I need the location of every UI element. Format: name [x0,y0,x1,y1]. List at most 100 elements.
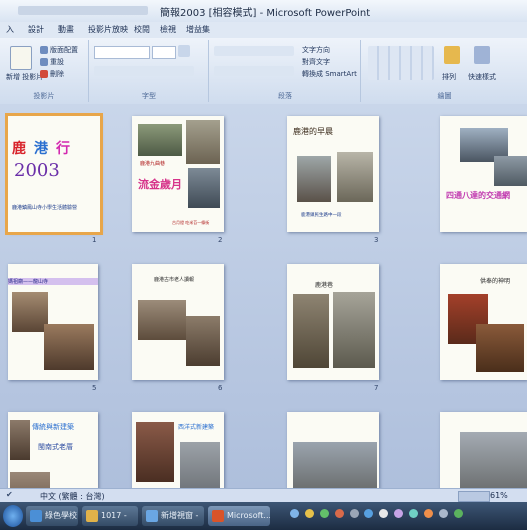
group-label: 投影片 [33,92,55,100]
photo [138,300,186,340]
shapes-gallery[interactable] [368,46,434,80]
taskbar-item-2[interactable]: 1017 - [82,506,138,526]
quick-access-toolbar[interactable] [18,6,148,15]
slide-sub: 古月燈 吃米苔一條街 [172,220,210,225]
slide-title: 鹿港古市老人讀報 [154,277,195,283]
tray-icon[interactable] [438,509,448,518]
slide-year: 2003 [14,160,60,181]
photo [44,324,94,370]
slide-sorter[interactable]: 鹿 港 行 2003 鹿港鎮鳳山寺小學生活體驗營 1 鹿港九曲巷 流金歲月 古月… [0,104,527,488]
tray-icon[interactable] [304,509,314,518]
list-buttons[interactable] [214,46,294,56]
slide-title-char: 鹿 [12,141,26,157]
quick-styles-icon[interactable] [474,46,490,64]
new-slide-button[interactable]: 新增 投影片 [6,72,43,82]
slide-number: 2 [218,236,223,244]
text-direction-button[interactable]: 文字方向 [302,45,330,55]
tray-icon[interactable] [349,509,359,518]
reset-button[interactable]: 重設 [50,57,64,67]
slide-thumbnail-11[interactable] [287,412,379,488]
delete-icon [40,70,48,78]
tray-icon[interactable] [319,509,329,518]
photo [180,442,220,488]
align-buttons[interactable] [214,66,294,76]
slide-caption: 流金歲月 [138,178,182,191]
slide-thumbnail-4[interactable]: 四通八達的交通網 [440,116,527,232]
reset-icon [40,58,48,66]
group-font: 字型 [90,40,209,102]
photo [494,156,527,186]
view-buttons[interactable] [458,491,490,502]
tab-slideshow[interactable]: 投影片放映 [88,24,128,35]
slide-thumbnail-5[interactable]: 媽祖廟——龍山寺 [8,264,98,380]
slide-title: 西洋式新建築 [178,424,215,431]
arrange-icon[interactable] [444,46,460,64]
slide-number: 6 [218,384,223,392]
align-text-button[interactable]: 對齊文字 [302,57,330,67]
tray-icon[interactable] [290,509,299,518]
font-size-combo[interactable] [152,46,176,59]
tray-icon[interactable] [379,509,389,518]
slide-thumbnail-12[interactable] [440,412,527,488]
slide-number: 1 [92,236,97,244]
taskbar-item-1[interactable]: 綠色學校 - [26,506,78,526]
tab-animation[interactable]: 動畫 [58,24,74,35]
photo [460,432,527,488]
group-slides: 新增 投影片 版面配置 重設 刪除 投影片 [0,40,89,102]
slide-title: 鹿港九曲巷 [140,161,166,167]
layout-icon [40,46,48,54]
tab-addins[interactable]: 增益集 [186,24,210,35]
group-drawing: 排列 快速樣式 繪圖 [362,40,527,102]
font-format-buttons[interactable] [94,66,194,76]
slide-thumbnail-7[interactable]: 鹿港巷 [287,264,379,380]
slide-title: 供奉的神明 [480,278,511,285]
delete-button[interactable]: 刪除 [50,69,64,79]
slide-thumbnail-6[interactable]: 鹿港古市老人讀報 [132,264,224,380]
tab-review[interactable]: 校閱 [134,24,150,35]
photo [136,422,174,482]
slide-thumbnail-1[interactable]: 鹿 港 行 2003 鹿港鎮鳳山寺小學生活體驗營 [5,113,103,235]
photo [188,168,220,208]
grow-font-icon[interactable] [178,45,190,57]
tray-icon[interactable] [409,509,418,518]
taskbar-item-3[interactable]: 新增視窗 - [142,506,204,526]
slide-thumbnail-2[interactable]: 鹿港九曲巷 流金歲月 古月燈 吃米苔一條街 [132,116,224,232]
slide-title-char: 港 [34,141,48,157]
arrange-button[interactable]: 排列 [442,72,456,82]
layout-button[interactable]: 版面配置 [50,45,78,55]
start-button[interactable] [3,505,23,527]
spellcheck-icon[interactable]: ✔ [6,490,13,499]
new-slide-icon[interactable] [10,46,32,70]
tab-view[interactable]: 檢視 [160,24,176,35]
zoom-level[interactable]: 61% [490,491,508,500]
slide-number: 7 [374,384,379,392]
quick-styles-button[interactable]: 快速樣式 [468,72,496,82]
tab-insert[interactable]: 入 [6,24,14,35]
tab-design[interactable]: 設計 [28,24,44,35]
language-indicator[interactable]: 中文 (繁體 : 台灣) [40,491,105,502]
photo [138,124,182,156]
photo [10,472,50,488]
slide-thumbnail-3[interactable]: 鹿港的早晨 鹿港鎮民生路中一段 [287,116,379,232]
slide-thumbnail-9[interactable]: 傳統與新建築 閩南式老厝 [8,412,98,488]
taskbar-item-4[interactable]: Microsoft... [208,506,270,526]
tray-icon[interactable] [364,509,374,518]
slide-title: 媽祖廟——龍山寺 [8,278,98,285]
font-name-combo[interactable] [94,46,150,59]
taskbar-item-label: Microsoft... [227,511,270,520]
slide-thumbnail-10[interactable]: 西洋式新建築 [132,412,224,488]
slide-number: 5 [92,384,97,392]
smartart-button[interactable]: 轉換成 SmartArt [302,69,357,79]
taskbar-item-label: 1017 - [101,511,127,520]
tray-icon[interactable] [394,509,404,518]
photo [337,152,373,202]
slide-thumbnail-8[interactable]: 供奉的神明 [440,264,527,380]
tray-icon[interactable] [334,509,344,518]
photo [293,442,377,488]
photo [186,120,220,164]
photo [297,156,331,202]
tray-icon[interactable] [453,509,463,518]
tray-icon[interactable] [423,509,433,518]
slide-caption: 四通八達的交通網 [446,191,510,200]
ribbon: 新增 投影片 版面配置 重設 刪除 投影片 字型 文字方向 對齊文字 轉換成 S… [0,38,527,105]
